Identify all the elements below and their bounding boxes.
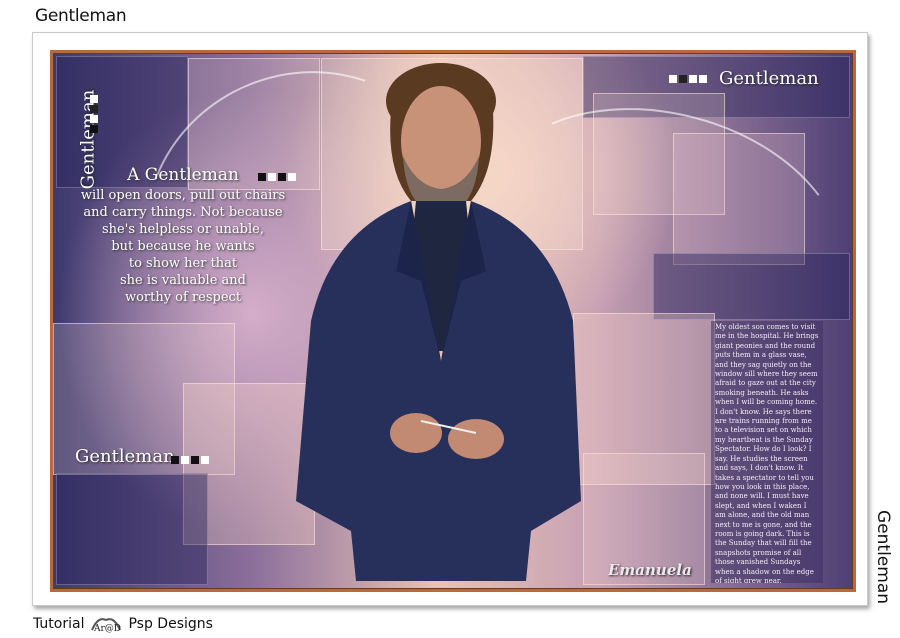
quote-line: worthy of respect [124,290,242,305]
ar-d-logo-icon: Ar@D [88,614,124,634]
quote-line: will open doors, pull out chairs [80,188,286,203]
decor-squares [90,95,98,133]
decor-squares [171,456,209,464]
artist-signature: Emanuela [608,561,692,579]
quote-line: but because he wants [111,239,255,254]
body-text-panel: My oldest son comes to visit me in the h… [711,321,823,583]
quote-line: to show her that [128,256,238,271]
quote-block: A Gentleman will open doors, pull out ch… [73,165,293,306]
poster-artwork: Gentleman Gentleman A Gentleman will ope… [50,50,856,592]
bottom-left-gentleman-label: Gentleman [75,446,175,467]
decor-squares [669,75,707,83]
page-title-top: Gentleman [35,6,127,26]
credit-suffix: Psp Designs [128,616,213,632]
credit-line: Tutorial Ar@D Psp Designs [33,614,213,634]
quote-line: she's helpless or unable, [102,222,264,237]
quote-line: she is valuable and [120,273,246,288]
quote-line: and carry things. Not because [83,205,283,220]
credit-prefix: Tutorial [33,616,85,632]
decor-panel [56,473,208,585]
top-right-gentleman-label: Gentleman [719,68,819,89]
man-in-suit-figure [296,63,581,581]
logo-text: Ar@D [93,624,121,634]
page-title-side: Gentleman [873,510,893,605]
